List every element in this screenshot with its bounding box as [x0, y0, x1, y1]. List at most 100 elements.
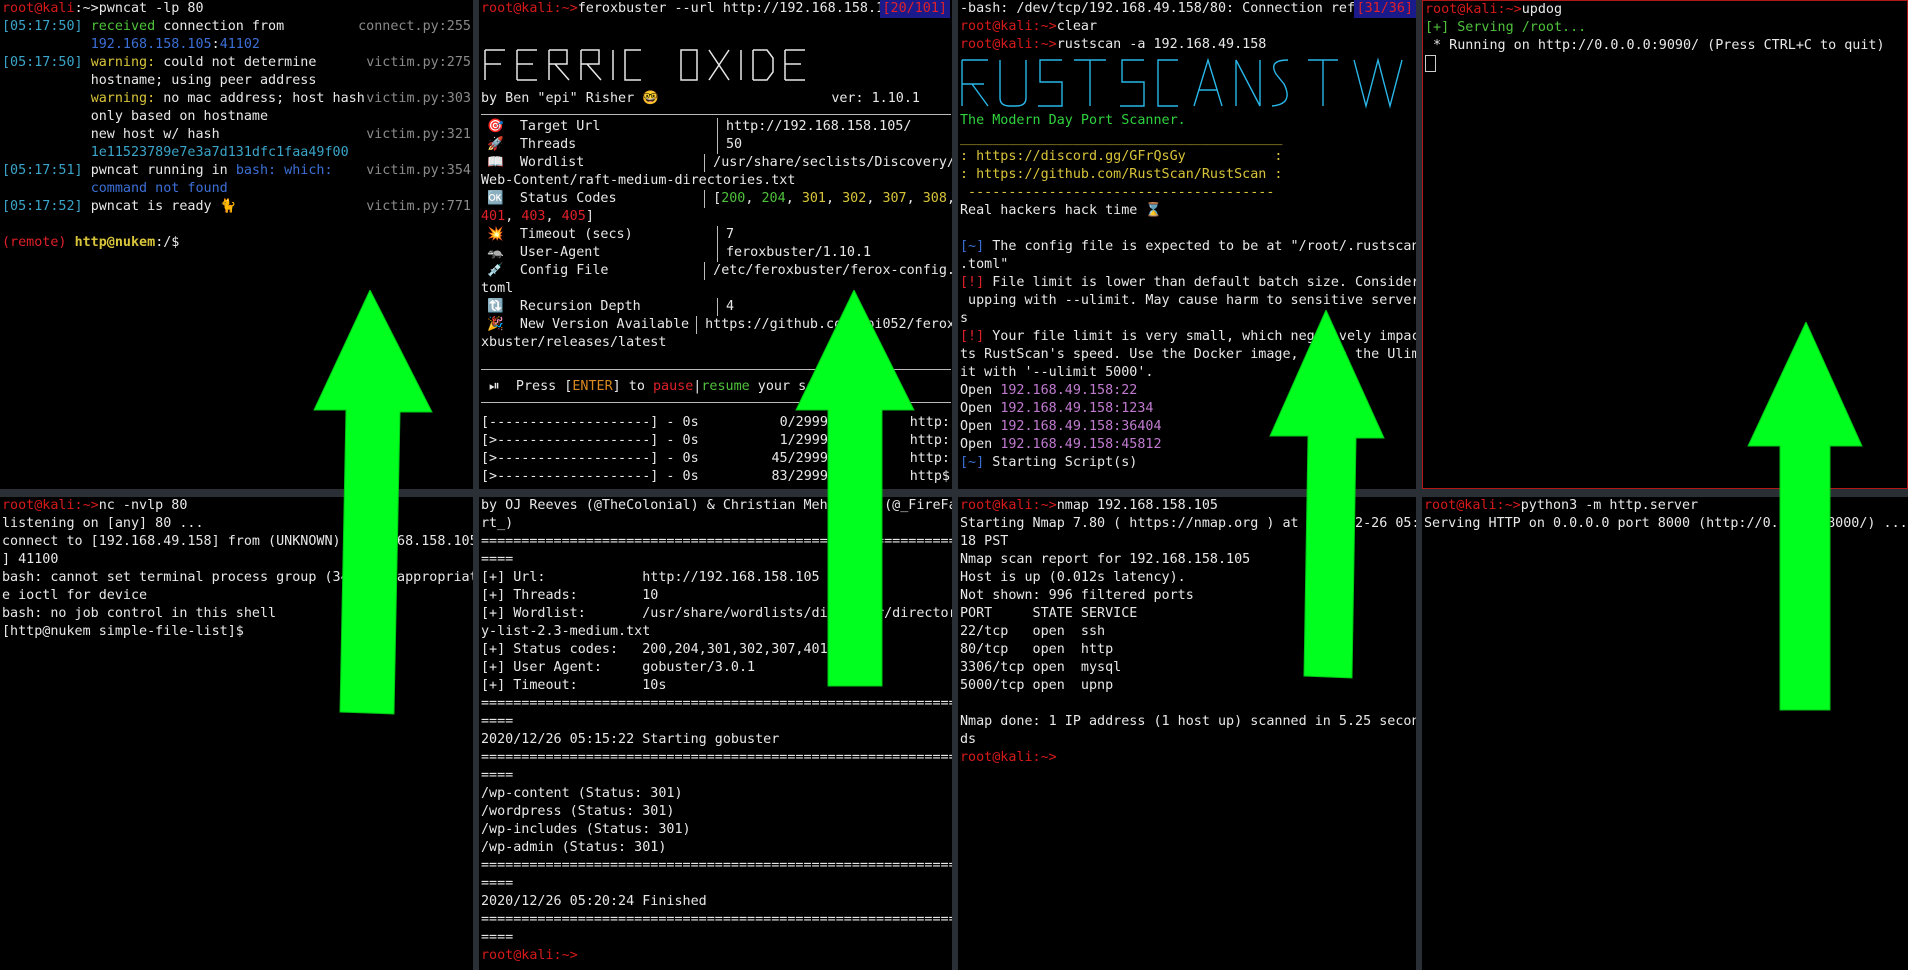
log-source: victim.py:321	[366, 127, 471, 142]
output-line: ====	[481, 714, 514, 729]
log-time	[2, 181, 91, 196]
pane-badge: [20/101]	[879, 0, 950, 18]
log-source: victim.py:303	[366, 91, 471, 106]
output-line: 2020/12/26 05:20:24 Finished	[481, 894, 707, 909]
ferox-row-icon: 🦡	[487, 245, 512, 260]
log-message: 1e11523789e7e3a7d131dfc1faa49f00	[90, 145, 349, 160]
ferox-row-value: [200, 204, 301, 302, 307, 308,	[704, 190, 952, 208]
command-text: feroxbuster --url http://192.168.158.10	[577, 1, 893, 16]
log-message: warning: no mac address; host hash	[90, 91, 365, 106]
open-label: Open	[960, 383, 1001, 398]
ferox-row-label-text: Target Url	[519, 119, 601, 134]
ferox-row-icon: 💉	[487, 263, 512, 278]
ferox-row-label: 🚀 Threads	[479, 136, 717, 154]
ferox-row-label-text: Recursion Depth	[519, 299, 641, 314]
warn-line: upping with --ulimit. May cause harm to …	[960, 293, 1416, 308]
output-line: /wp-content (Status: 301)	[481, 786, 683, 801]
ferox-row-label-text: Threads	[519, 137, 577, 152]
ferox-row-label: 🔃 Recursion Depth	[479, 298, 717, 316]
log-time: [05:17:52]	[2, 199, 91, 214]
green-arrow-up-icon	[795, 290, 915, 687]
log-line: only based on hostname	[0, 108, 473, 126]
serving-line: [+] Serving /root...	[1425, 20, 1587, 35]
ferox-row-icon: 🚀	[487, 137, 512, 152]
pane-badge: [31/36]	[1353, 0, 1416, 18]
log-time	[2, 91, 91, 106]
ferox-divider	[481, 114, 951, 115]
output-line: ====	[481, 930, 514, 945]
remote-user: http@nukem	[74, 235, 156, 250]
ferox-row-label-text: Timeout (secs)	[519, 227, 633, 242]
log-time: [05:17:51]	[2, 163, 91, 178]
ferox-row-label-text: User-Agent	[519, 245, 601, 260]
pwncat-log: [05:17:50] received connection from conne…	[0, 18, 473, 216]
info-tag: [~]	[960, 239, 985, 254]
prompt: root@kali:~>	[960, 498, 1057, 513]
command-text: python3 -m http.server	[1520, 498, 1699, 513]
ferox-row-value: /etc/feroxbuster/ferox-config.	[704, 262, 952, 280]
prompt: root@kali:~>	[960, 750, 1057, 765]
prompt: root@kali:~>	[960, 37, 1057, 52]
log-line: [05:17:50] warning: could not determine v…	[0, 54, 473, 72]
ferox-row-label: 🆗 Status Codes	[479, 190, 704, 208]
resume-word: resume	[701, 379, 750, 394]
green-arrow-up-icon	[1269, 310, 1385, 679]
ferox-row: 🚀 Threads 50	[479, 136, 952, 154]
ferox-row-value: 7	[717, 226, 952, 244]
github-link[interactable]: : https://github.com/RustScan/RustScan :	[960, 167, 1282, 182]
ferox-author: by Ben "epi" Risher 🤓	[481, 91, 659, 106]
warn-line: File limit is lower than default batch s…	[984, 275, 1416, 290]
command-text: updog	[1521, 2, 1563, 17]
output-line: /wp-admin (Status: 301)	[481, 840, 667, 855]
log-time: [05:17:50]	[2, 55, 91, 70]
prompt: root@kali:~>	[1425, 2, 1522, 17]
prompt: root@kali:~>	[960, 19, 1057, 34]
ferox-row-label: 📖 Wordlist	[479, 154, 704, 172]
pane-separator-horizontal[interactable]	[0, 489, 1908, 497]
ferox-row: 💉 Config File/etc/feroxbuster/ferox-conf…	[479, 262, 952, 280]
log-message: pwncat running in bash: which:	[90, 163, 333, 178]
log-message: 192.168.158.105:41102	[90, 37, 260, 52]
prompt: root@kali:~>	[481, 1, 578, 16]
open-port: 192.168.49.158:1234	[1000, 401, 1154, 416]
log-line: [05:17:52] pwncat is ready 🐈 victim.py:77…	[0, 198, 473, 216]
prompt-sep: :~>	[74, 1, 99, 16]
ferox-row-icon: 🎉	[487, 317, 512, 332]
ferox-row-label: 💥 Timeout (secs)	[479, 226, 717, 244]
ferox-row-label: 🦡 User-Agent	[479, 244, 717, 262]
log-line: new host w/ hash victim.py:321	[0, 126, 473, 144]
ferox-row-icon: 🔃	[487, 299, 512, 314]
discord-link[interactable]: : https://discord.gg/GFrQsGy :	[960, 149, 1282, 164]
log-message: only based on hostname	[90, 109, 269, 124]
output-line: ========================================…	[481, 750, 952, 765]
open-port: 192.168.49.158:22	[1000, 383, 1138, 398]
ferox-row-wrap: Web-Content/raft-medium-directories.txt	[481, 173, 796, 188]
log-time	[2, 109, 91, 124]
ferox-row-label-text: New Version Available	[519, 317, 690, 332]
output-line: Nmap done: 1 IP address (1 host up) scan…	[960, 714, 1416, 729]
ferox-row: 📖 Wordlist/usr/share/seclists/Discovery/	[479, 154, 952, 172]
green-arrow-up-icon	[1747, 322, 1863, 711]
pause-word: pause	[652, 379, 694, 394]
output-line: ========================================…	[481, 696, 952, 711]
ferox-row-wrap: 401, 403, 405]	[481, 209, 594, 224]
info-line: The config file is expected to be at "/r…	[984, 239, 1416, 254]
open-port: 192.168.49.158:45812	[1000, 437, 1162, 452]
error-line: -bash: /dev/tcp/192.168.49.158/80: Conne…	[960, 1, 1364, 16]
ferox-row-value: feroxbuster/1.10.1	[717, 244, 952, 262]
rustscan-ascii-logo	[961, 57, 1403, 109]
ferox-row: 🆗 Status Codes [200, 204, 301, 302, 307, …	[479, 190, 952, 208]
pause-key: ENTER	[572, 379, 613, 394]
output-line: ====	[481, 876, 514, 891]
log-source: victim.py:354	[366, 163, 471, 178]
ferox-row-value: http://192.168.158.105/	[717, 118, 952, 136]
rustscan-divider: --------------------------------------	[960, 185, 1275, 200]
hack-time-line: Real hackers hack time ⌛	[960, 203, 1163, 218]
ferox-row-label-text: Wordlist	[519, 155, 585, 170]
output-line: ========================================…	[481, 858, 952, 873]
rustscan-tagline: The Modern Day Port Scanner.	[960, 113, 1186, 128]
log-line: [05:17:50] received connection from conne…	[0, 18, 473, 36]
warn-line: it with '--ulimit 5000'.	[960, 365, 1154, 380]
log-source: victim.py:771	[366, 199, 471, 214]
log-line: [05:17:51] pwncat running in bash: which…	[0, 162, 473, 180]
